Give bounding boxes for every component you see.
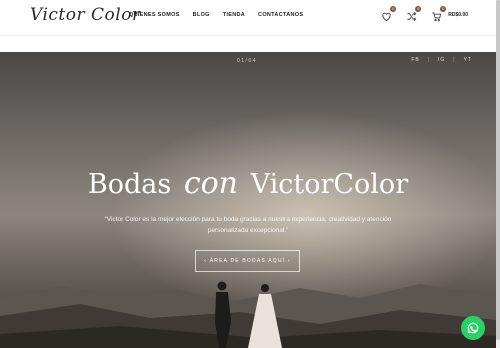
scrollbar-thumb[interactable] (496, 0, 500, 340)
instagram-link[interactable]: IG (438, 57, 445, 63)
social-links: FB | IG | YT (411, 57, 472, 63)
bodas-area-button[interactable]: ‹ ÁREA DE BODAS AQUÍ › (195, 250, 300, 272)
cart-total[interactable]: RD$0.00 (448, 12, 468, 18)
nav-item-quienes-somos[interactable]: QUIENES SOMOS (129, 12, 180, 18)
hero-subtitle: “Victor Color es la mejor elección para … (104, 216, 392, 234)
page-scrollbar[interactable] (496, 0, 500, 348)
divider: | (427, 57, 431, 63)
wishlist-button[interactable]: 0 (381, 6, 397, 22)
whatsapp-icon (467, 322, 479, 334)
compare-button[interactable]: 0 (406, 6, 422, 21)
hero-title-left: Bodas (87, 169, 172, 200)
shuffle-icon (407, 12, 417, 21)
nav-item-contactanos[interactable]: CONTACTANOS (258, 12, 303, 18)
nav-item-tienda[interactable]: TIENDA (223, 12, 245, 18)
cart-icon (432, 12, 442, 22)
wishlist-count-badge: 0 (390, 6, 397, 12)
hero-title-script: con (183, 166, 238, 201)
slide-counter: 01/04 (237, 58, 258, 64)
facebook-link[interactable]: FB (411, 57, 419, 63)
nav-item-blog[interactable]: BLOG (193, 12, 210, 18)
compare-count-badge: 0 (415, 6, 422, 12)
heart-icon (382, 12, 391, 22)
hero-title-right: VictorColor (250, 169, 409, 200)
main-nav: QUIENES SOMOS BLOG TIENDA CONTACTANOS (129, 12, 303, 18)
whatsapp-button[interactable] (461, 316, 485, 340)
divider: | (453, 57, 456, 63)
site-header: Victor Color QUIENES SOMOS BLOG TIENDA C… (0, 0, 500, 35)
hero-title: Bodas con VictorColor (0, 166, 496, 201)
site-logo[interactable]: Victor Color (30, 5, 141, 25)
cart-button[interactable]: 0 (431, 6, 447, 22)
hero-banner: 01/04 FB | IG | YT Bodas con VictorColor… (0, 52, 496, 348)
header-actions: 0 0 0 RD$0.00 (381, 6, 468, 22)
header-subbar (0, 35, 500, 52)
cart-count-badge: 0 (440, 6, 447, 12)
youtube-link[interactable]: YT (464, 57, 472, 63)
